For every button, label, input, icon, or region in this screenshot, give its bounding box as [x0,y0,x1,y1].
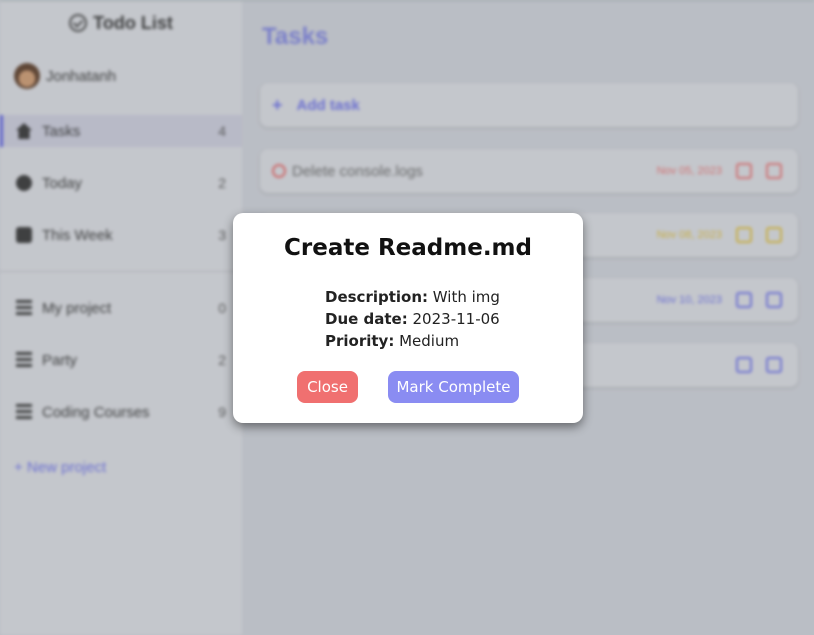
due-date-label: Due date: [325,310,408,328]
priority-label: Priority: [325,332,395,350]
due-date-value: 2023-11-06 [412,310,500,328]
priority-value: Medium [399,332,460,350]
mark-complete-button[interactable]: Mark Complete [388,371,519,403]
modal-body: Description: With img Due date: 2023-11-… [325,286,500,352]
description-row: Description: With img [325,286,500,308]
task-details-modal: Create Readme.md Description: With img D… [233,213,583,423]
description-value: With img [432,288,500,306]
description-label: Description: [325,288,429,306]
modal-title: Create Readme.md [284,235,532,261]
priority-row: Priority: Medium [325,330,500,352]
close-button[interactable]: Close [297,371,358,403]
due-date-row: Due date: 2023-11-06 [325,308,500,330]
